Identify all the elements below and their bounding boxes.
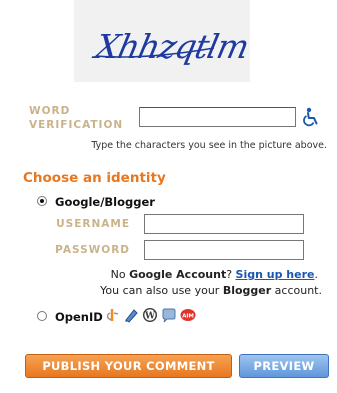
svg-text:AIM: AIM bbox=[182, 314, 194, 320]
sign-up-link[interactable]: Sign up here bbox=[236, 268, 315, 281]
word-verification-hint: Type the characters you see in the pictu… bbox=[91, 140, 327, 151]
word-verification-input[interactable] bbox=[139, 107, 296, 127]
google-account-bold: Google Account bbox=[129, 268, 227, 281]
blogger-account-text: You can also use your Blogger account. bbox=[8, 284, 322, 297]
password-label: PASSWORD bbox=[55, 244, 130, 256]
wordpress-icon[interactable]: W bbox=[142, 307, 158, 323]
preview-button[interactable]: PREVIEW bbox=[239, 354, 329, 378]
blogger-bold: Blogger bbox=[222, 284, 272, 297]
openid-icon[interactable] bbox=[104, 307, 120, 323]
google-identity-radio[interactable] bbox=[37, 196, 47, 206]
choose-identity-heading: Choose an identity bbox=[23, 170, 166, 186]
username-input[interactable] bbox=[144, 214, 304, 234]
publish-comment-button[interactable]: PUBLISH YOUR COMMENT bbox=[25, 354, 232, 378]
livejournal-icon[interactable] bbox=[123, 307, 139, 323]
word-verification-label: WORD VERIFICATION bbox=[29, 105, 124, 131]
password-input[interactable] bbox=[144, 240, 304, 260]
captcha-text: Xhhzqtlm bbox=[89, 27, 250, 66]
google-identity-label[interactable]: Google/Blogger bbox=[55, 195, 155, 209]
username-label: USERNAME bbox=[56, 218, 130, 230]
svg-text:W: W bbox=[144, 312, 156, 322]
aim-icon[interactable]: AIM bbox=[180, 307, 196, 323]
also-suffix: account. bbox=[271, 284, 322, 297]
typepad-icon[interactable] bbox=[161, 307, 177, 323]
accessibility-icon[interactable] bbox=[302, 107, 320, 127]
openid-provider-icons: W AIM bbox=[104, 306, 196, 324]
openid-identity-radio[interactable] bbox=[37, 311, 47, 321]
comment-form-panel: Xhhzqtlm WORD VERIFICATION Type the char… bbox=[8, 0, 329, 393]
also-prefix: You can also use your bbox=[100, 284, 223, 297]
signup-suffix: . bbox=[314, 268, 319, 281]
no-account-suffix: ? bbox=[226, 268, 236, 281]
no-account-text: No Google Account? Sign up here. bbox=[8, 268, 318, 281]
openid-identity-label[interactable]: OpenID bbox=[55, 310, 103, 324]
no-account-prefix: No bbox=[110, 268, 130, 281]
captcha-image: Xhhzqtlm bbox=[74, 0, 250, 82]
